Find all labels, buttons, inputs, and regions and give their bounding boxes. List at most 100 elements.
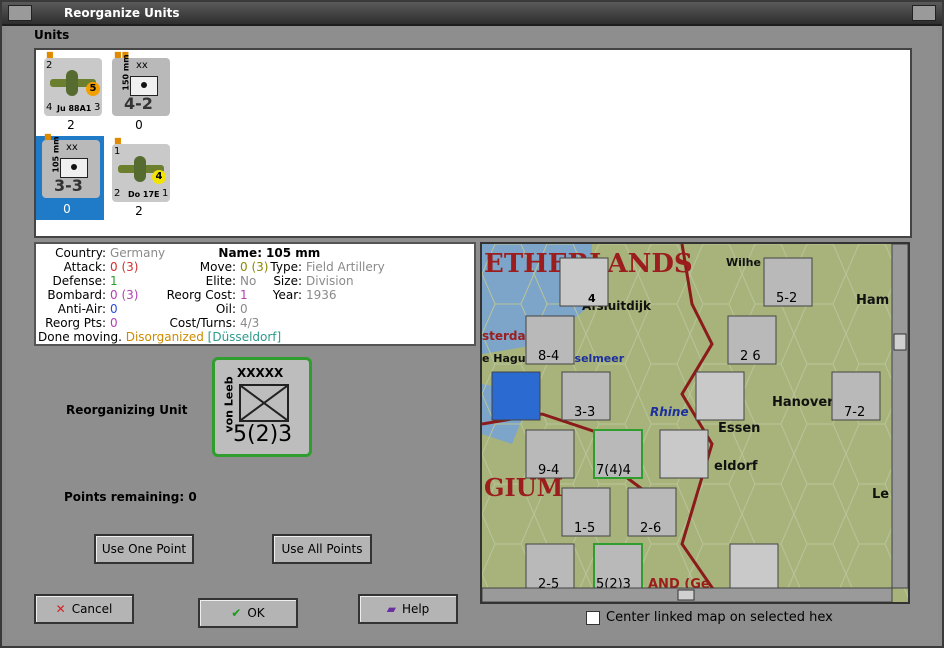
reorganizing-unit-label: Reorganizing Unit [66, 403, 188, 417]
book-icon: ▰ [386, 602, 396, 616]
location-text: [Düsseldorf] [207, 330, 282, 344]
unit-card-ju88[interactable]: ■ 2 4 Ju 88A1 3 5 2 [40, 50, 102, 136]
svg-text:2-6: 2-6 [640, 521, 661, 536]
title-bar: Reorganize Units [2, 2, 942, 26]
unit-card-do17[interactable]: ■ 1 2 Do 17E 1 4 2 [108, 136, 170, 220]
map-label-dusseldorf: eldorf [714, 459, 758, 474]
map-counter[interactable]: 4 [559, 257, 609, 307]
costturns-value: 4/3 [240, 316, 260, 330]
unit-type: Do 17E [128, 190, 160, 199]
unit-counter[interactable]: ■■ xx 150 mm 4-2 [112, 50, 170, 116]
system-menu-button[interactable] [8, 5, 32, 21]
window-title: Reorganize Units [64, 6, 180, 20]
map-horizontal-thumb[interactable] [677, 589, 695, 601]
status-line: Done moving. Disorganized [Düsseldorf] [38, 330, 281, 344]
map-counter[interactable]: 2-5 [525, 543, 575, 593]
map-counter[interactable]: 1-5 [561, 487, 611, 537]
help-button[interactable]: ▰ Help [358, 594, 458, 624]
defense-label: Defense: [52, 274, 106, 288]
artillery-symbol-icon [130, 76, 158, 96]
type-value: Field Artillery [306, 260, 385, 274]
units-list: ■ 2 4 Ju 88A1 3 5 2 ■■ xx 150 mm 4-2 0 ■… [34, 48, 912, 238]
use-all-points-button[interactable]: Use All Points [272, 534, 372, 564]
map-counter[interactable]: 5-2 [763, 257, 813, 307]
svg-text:9-4: 9-4 [538, 463, 559, 478]
map-counter[interactable]: 2-6 [627, 487, 677, 537]
attack-value: 0 (3) [110, 260, 139, 274]
map-canvas[interactable]: ETHERLANDS GIUM Hanover Essen eldorf Rhi… [482, 244, 908, 602]
cancel-button[interactable]: ✕ Cancel [34, 594, 134, 624]
help-label: Help [401, 602, 430, 616]
map-label-wilhelmshaven: Wilhe [726, 256, 761, 269]
map-label-rhine: Rhine [650, 405, 689, 419]
unit-counter[interactable]: ■ 1 2 Do 17E 1 4 [112, 136, 170, 202]
map-counter[interactable] [491, 371, 541, 421]
defense-value: 1 [110, 274, 118, 288]
reorganizing-unit-counter: XXXXX von Leeb 5(2)3 [212, 357, 312, 457]
status-text: Done moving. [38, 330, 122, 344]
units-label: Units [34, 28, 70, 42]
unit-counter[interactable]: ■ 2 4 Ju 88A1 3 5 [44, 50, 102, 116]
oil-label: Oil: [215, 302, 236, 316]
size-label: Size: [273, 274, 302, 288]
map-counter[interactable]: 2 6 [727, 315, 777, 365]
reorgcost-label: Reorg Cost: [166, 288, 236, 302]
status-dots-icon: ■ [46, 50, 54, 59]
unit-stat-left: 2 [114, 188, 121, 199]
map-vertical-scrollbar[interactable] [891, 244, 908, 589]
reorgcost-value: 1 [240, 288, 248, 302]
svg-text:8-4: 8-4 [538, 349, 559, 364]
points-value: 0 [188, 490, 197, 504]
svg-text:2 6: 2 6 [740, 349, 761, 364]
svg-text:3-3: 3-3 [574, 405, 595, 420]
linked-map[interactable]: ETHERLANDS GIUM Hanover Essen eldorf Rhi… [480, 242, 910, 604]
unit-info-panel: Country: Germany Attack: 0 (3) Defense: … [34, 242, 476, 346]
map-label-ijsselmeer: sselmeer [568, 352, 625, 365]
name-value: 105 mm [266, 246, 321, 260]
reorganize-units-window: Reorganize Units Units ■ 2 4 Ju 88A1 3 5… [0, 0, 944, 648]
bombard-value: 0 (3) [110, 288, 139, 302]
unit-card-105mm[interactable]: ■ xx 105 mm 3-3 0 [36, 132, 104, 220]
center-map-option[interactable]: Center linked map on selected hex [586, 610, 833, 625]
type-label: Type: [270, 260, 302, 274]
map-counter[interactable]: 9-4 [525, 429, 575, 479]
svg-text:7-2: 7-2 [844, 405, 865, 420]
country-label: Country: [55, 246, 106, 260]
ok-label: OK [247, 606, 265, 620]
unit-card-150mm[interactable]: ■■ xx 150 mm 4-2 0 [108, 50, 170, 136]
map-vertical-thumb[interactable] [893, 333, 907, 351]
svg-text:7(4)4: 7(4)4 [596, 463, 631, 478]
map-counter[interactable] [659, 429, 709, 479]
unit-stat-left: 4 [46, 102, 53, 113]
use-one-point-button[interactable]: Use One Point [94, 534, 194, 564]
counter-size: XXXXX [237, 366, 284, 380]
name-label: Name: [218, 246, 262, 260]
map-counter[interactable]: 7-2 [831, 371, 881, 421]
map-counter[interactable] [729, 543, 779, 593]
bombard-label: Bombard: [47, 288, 106, 302]
close-button[interactable] [912, 5, 936, 21]
map-counter[interactable]: 3-3 [561, 371, 611, 421]
country-value: Germany [110, 246, 166, 260]
svg-text:4: 4 [588, 292, 596, 305]
unit-size: xx [136, 60, 148, 71]
map-label-hamburg: Ham [856, 293, 889, 308]
center-map-checkbox[interactable] [586, 610, 600, 625]
year-label: Year: [272, 288, 302, 302]
map-counter[interactable]: 7(4)4 [593, 429, 643, 479]
map-counter[interactable] [695, 371, 745, 421]
ok-button[interactable]: ✔ OK [198, 598, 298, 628]
unit-badge: 4 [152, 170, 166, 184]
infantry-symbol-icon [239, 384, 289, 422]
map-counter[interactable]: 5(2)3 [593, 543, 643, 593]
points-label: Points remaining: [64, 490, 185, 504]
move-label: Move: [199, 260, 236, 274]
cancel-label: Cancel [71, 602, 113, 616]
map-counter[interactable]: 8-4 [525, 315, 575, 365]
unit-type: Ju 88A1 [57, 104, 92, 113]
unit-values: 4-2 [124, 94, 153, 113]
unit-counter[interactable]: ■ xx 105 mm 3-3 [42, 132, 100, 198]
reorgpts-value: 0 [110, 316, 118, 330]
x-icon: ✕ [55, 602, 66, 616]
map-label-leipzig: Le [872, 487, 889, 502]
